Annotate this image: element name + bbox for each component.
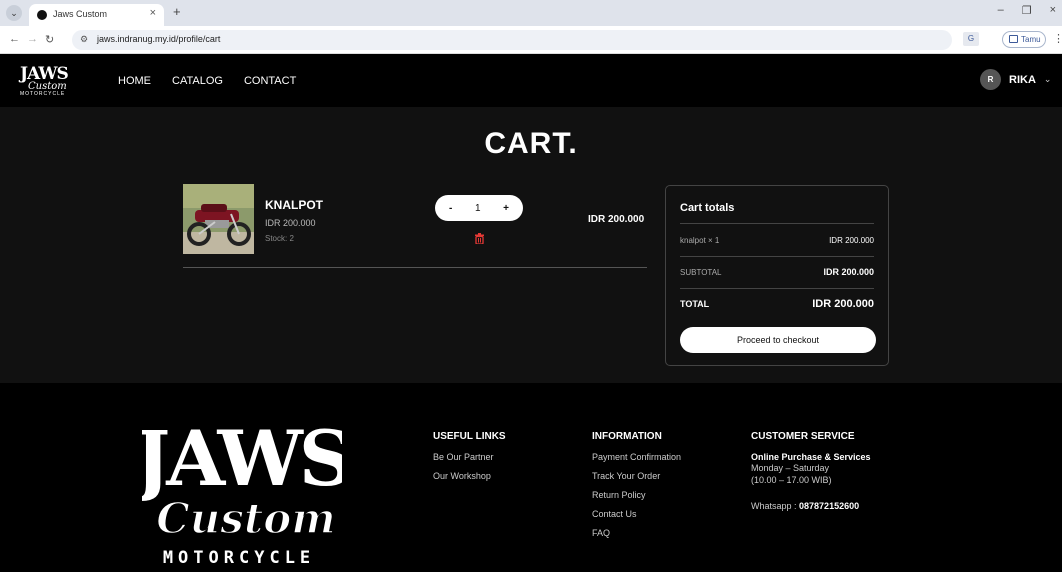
footer-logo: JAWS Custom MOTORCYCLE <box>128 411 353 571</box>
totals-item-label: knalpot × 1 <box>680 236 720 245</box>
favicon-icon <box>37 10 47 20</box>
tab-title: Jaws Custom <box>53 9 108 19</box>
cart-totals-panel: Cart totals knalpot × 1 IDR 200.000 SUBT… <box>665 185 889 366</box>
increase-quantity-button[interactable]: + <box>503 203 509 214</box>
url-text: jaws.indranug.my.id/profile/cart <box>97 34 221 44</box>
footer-logo-top: JAWS <box>142 414 342 503</box>
decrease-quantity-button[interactable]: - <box>449 203 452 214</box>
subtotal-value: IDR 200.000 <box>823 267 874 277</box>
information-title: INFORMATION <box>592 431 662 442</box>
cart-main: CART. KNALPOT IDR 200.000 Stock: 2 - 1 + <box>0 107 1062 383</box>
nav-catalog[interactable]: CATALOG <box>172 75 223 87</box>
url-input[interactable]: ⚙ jaws.indranug.my.id/profile/cart <box>72 30 952 50</box>
product-thumbnail <box>183 184 254 254</box>
customer-service-title: CUSTOMER SERVICE <box>751 431 855 442</box>
forward-icon[interactable]: → <box>27 33 38 45</box>
logo-top-text: JAWS <box>20 64 69 84</box>
information-column: INFORMATION Payment Confirmation Track Y… <box>592 431 681 547</box>
link-track-your-order[interactable]: Track Your Order <box>592 471 681 481</box>
close-tab-icon[interactable]: × <box>150 7 156 19</box>
customer-service-subtitle: Online Purchase & Services <box>751 452 871 462</box>
close-window-icon[interactable]: × <box>1050 4 1056 17</box>
customer-service-hours: (10.00 – 17.00 WIB) <box>751 475 832 485</box>
cart-item-row: KNALPOT IDR 200.000 Stock: 2 - 1 + IDR 2… <box>183 184 647 268</box>
whatsapp-line: Whatsapp : 087872152600 <box>751 500 871 512</box>
window-controls: – ❐ × <box>998 4 1056 17</box>
tab-search-icon[interactable]: ⌄ <box>6 5 22 21</box>
user-menu[interactable]: R RIKA ⌄ <box>980 69 1051 90</box>
browser-profile-button[interactable]: Tamu <box>1002 31 1046 48</box>
whatsapp-number[interactable]: 087872152600 <box>799 501 859 511</box>
link-return-policy[interactable]: Return Policy <box>592 490 681 500</box>
footer-logo-mid: Custom <box>156 494 335 543</box>
footer-logo-bottom: MOTORCYCLE <box>163 548 315 568</box>
subtotal-label: SUBTOTAL <box>680 267 722 277</box>
product-name[interactable]: KNALPOT <box>265 198 323 212</box>
divider <box>680 256 874 257</box>
site-footer: JAWS Custom MOTORCYCLE USEFUL LINKS Be O… <box>0 383 1062 572</box>
page-title: CART. <box>484 127 578 160</box>
logo-mid-text: Custom <box>28 81 67 92</box>
cart-totals-title: Cart totals <box>680 202 735 214</box>
customer-service-days: Monday – Saturday <box>751 463 830 473</box>
subtotal-row: SUBTOTAL IDR 200.000 <box>680 267 874 277</box>
divider <box>680 288 874 289</box>
back-icon[interactable]: ← <box>9 33 20 45</box>
nav-home[interactable]: HOME <box>118 75 151 87</box>
totals-item-amount: IDR 200.000 <box>829 236 874 245</box>
avatar: R <box>980 69 1001 90</box>
browser-tab[interactable]: Jaws Custom × <box>29 4 164 26</box>
new-tab-icon[interactable]: + <box>173 4 181 19</box>
quantity-stepper: - 1 + <box>435 195 523 221</box>
link-faq[interactable]: FAQ <box>592 528 681 538</box>
translate-icon[interactable]: G <box>963 32 979 46</box>
more-options-icon[interactable]: ⋮ <box>1053 32 1062 45</box>
quantity-value[interactable]: 1 <box>475 203 481 214</box>
site-logo[interactable]: JAWS Custom MOTORCYCLE <box>20 64 69 98</box>
proceed-to-checkout-button[interactable]: Proceed to checkout <box>680 327 876 353</box>
reload-icon[interactable]: ↻ <box>45 33 54 46</box>
trash-icon[interactable] <box>475 231 484 249</box>
link-contact-us[interactable]: Contact Us <box>592 509 681 519</box>
profile-label: Tamu <box>1021 35 1041 44</box>
restore-icon[interactable]: ❐ <box>1022 4 1032 17</box>
total-value: IDR 200.000 <box>812 298 874 310</box>
motorcycle-image <box>183 184 254 254</box>
address-bar-row: ← → ↻ ⚙ jaws.indranug.my.id/profile/cart… <box>0 26 1062 54</box>
customer-service-column: CUSTOMER SERVICE Online Purchase & Servi… <box>751 431 871 512</box>
total-row: TOTAL IDR 200.000 <box>680 298 874 310</box>
useful-links-title: USEFUL LINKS <box>433 431 506 442</box>
link-be-our-partner[interactable]: Be Our Partner <box>433 452 506 462</box>
site-info-icon[interactable]: ⚙ <box>80 34 88 45</box>
link-our-workshop[interactable]: Our Workshop <box>433 471 506 481</box>
totals-item-row: knalpot × 1 IDR 200.000 <box>680 236 874 245</box>
minimize-icon[interactable]: – <box>998 4 1004 17</box>
browser-tab-bar: ⌄ Jaws Custom × + – ❐ × <box>0 0 1062 26</box>
main-nav: HOME CATALOG CONTACT <box>118 75 296 87</box>
product-price: IDR 200.000 <box>265 218 316 228</box>
chevron-down-icon: ⌄ <box>1043 74 1052 84</box>
site-header: JAWS Custom MOTORCYCLE HOME CATALOG CONT… <box>0 54 1062 107</box>
whatsapp-label: Whatsapp : <box>751 501 800 511</box>
user-name: RIKA <box>1009 73 1036 86</box>
footer-logo-art: JAWS Custom MOTORCYCLE <box>128 414 353 568</box>
divider <box>680 223 874 224</box>
useful-links-column: USEFUL LINKS Be Our Partner Our Workshop <box>433 431 506 490</box>
line-total: IDR 200.000 <box>588 214 645 225</box>
logo-bottom-text: MOTORCYCLE <box>20 91 66 97</box>
link-payment-confirmation[interactable]: Payment Confirmation <box>592 452 681 462</box>
nav-contact[interactable]: CONTACT <box>244 75 296 87</box>
profile-icon <box>1009 35 1018 43</box>
total-label: TOTAL <box>680 299 710 309</box>
product-stock: Stock: 2 <box>265 234 294 243</box>
